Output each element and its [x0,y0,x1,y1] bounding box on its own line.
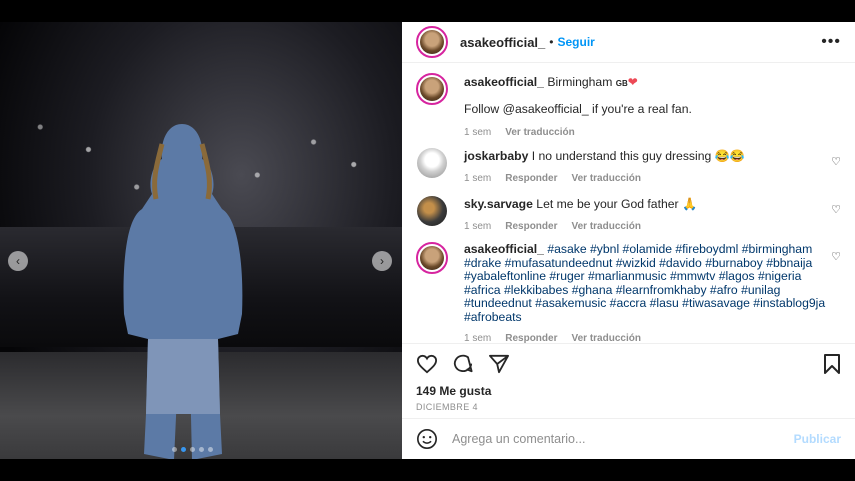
post-date: DICIEMBRE 4 [416,402,478,412]
comment-username[interactable]: asakeofficial_ [464,242,544,256]
caption-avatar[interactable] [416,73,448,105]
follow-button[interactable]: Seguir [557,35,594,49]
reply-button[interactable]: Responder [505,332,557,343]
comment-time[interactable]: 1 sem [464,220,491,234]
like-heart-icon[interactable] [416,354,438,374]
carousel-dot [190,447,195,452]
flag-gb: GB [615,79,628,88]
caption-text: Birmingham [547,75,613,89]
heart-emoji: ❤ [627,75,638,89]
translate-button[interactable]: Ver traducción [571,220,640,234]
performer-figure [123,124,243,459]
comment-item: sky.sarvage Let me be your God father 🙏 … [416,195,841,233]
carousel-dot-active [181,447,186,452]
publish-button[interactable]: Publicar [794,432,841,446]
commenter-avatar[interactable] [416,195,448,227]
post-panel: asakeofficial_ • Seguir ••• asakeofficia… [402,22,855,459]
caption-line2: Follow @asakeofficial_ if you're a real … [464,101,692,116]
post-photo: ‹ › [0,22,402,459]
comment-text: Let me be your God father 🙏 [536,197,698,211]
comment-text: I no understand this guy dressing 😂😂 [531,149,746,163]
comments-list: asakeofficial_ Birmingham GB❤ Follow @as… [402,63,855,343]
comment-item: asakeofficial_ #asake #ybnl #olamide #fi… [416,242,841,343]
likes-count[interactable]: 149 Me gusta [402,376,855,398]
separator-dot: • [549,35,554,49]
more-options-icon[interactable]: ••• [821,33,841,51]
add-comment-bar: Agrega un comentario... Publicar [402,418,855,459]
carousel-dots [172,447,213,452]
carousel-dot [208,447,213,452]
translate-button[interactable]: Ver traducción [571,332,640,343]
comment-username[interactable]: joskarbaby [464,149,528,163]
like-comment-heart-icon[interactable]: ♡ [831,155,841,168]
prev-slide-button[interactable]: ‹ [8,251,28,271]
action-bar: 149 Me gusta DICIEMBRE 4 [402,343,855,412]
share-send-icon[interactable] [488,354,510,374]
like-comment-heart-icon[interactable]: ♡ [831,203,841,216]
comment-time[interactable]: 1 sem [464,332,491,343]
comment-username[interactable]: sky.sarvage [464,197,533,211]
comment-time[interactable]: 1 sem [464,172,491,186]
comment-bubble-icon[interactable] [452,354,474,374]
caption-time[interactable]: 1 sem [464,126,491,140]
commenter-avatar[interactable] [416,147,448,179]
translate-button[interactable]: Ver traducción [571,172,640,186]
caption-username[interactable]: asakeofficial_ [464,75,544,89]
carousel-dot [172,447,177,452]
reply-button[interactable]: Responder [505,220,557,234]
comment-item: joskarbaby I no understand this guy dres… [416,147,841,185]
carousel-dot [199,447,204,452]
comment-input[interactable]: Agrega un comentario... [452,432,794,446]
author-avatar[interactable] [416,26,448,58]
commenter-avatar[interactable] [416,242,448,274]
emoji-icon[interactable] [416,428,438,450]
author-username[interactable]: asakeofficial_ [460,35,545,50]
caption: asakeofficial_ Birmingham GB❤ Follow @as… [416,73,841,140]
like-comment-heart-icon[interactable]: ♡ [831,250,841,263]
caption-translate[interactable]: Ver traducción [505,126,574,140]
post-header: asakeofficial_ • Seguir ••• [402,22,855,63]
save-bookmark-icon[interactable] [823,354,841,374]
reply-button[interactable]: Responder [505,172,557,186]
next-slide-button[interactable]: › [372,251,392,271]
